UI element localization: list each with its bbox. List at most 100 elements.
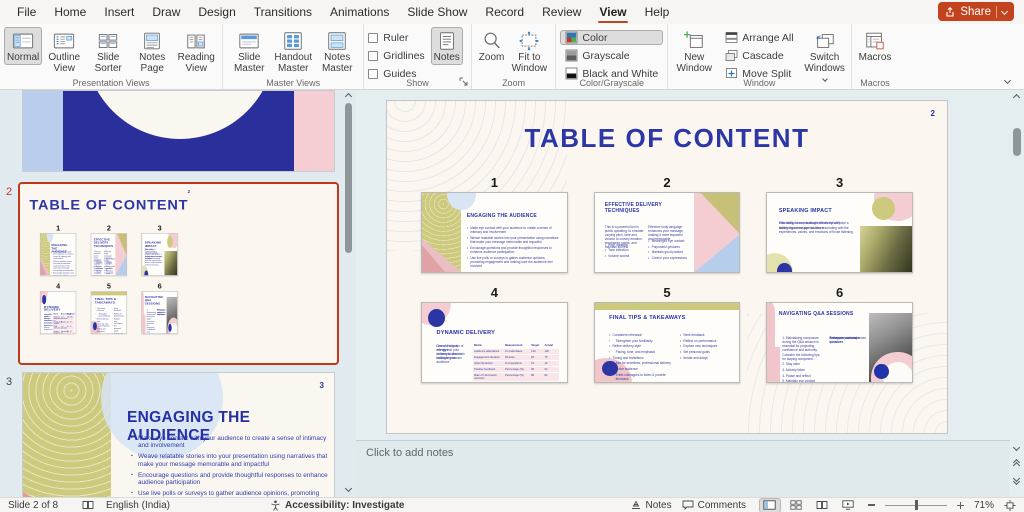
toc-card-5[interactable]: FINAL TIPS & TAKEAWAYS Consistent rehear… (594, 302, 741, 383)
zoom-button[interactable]: Zoom (476, 27, 508, 65)
zoom-slider-thumb[interactable] (915, 500, 919, 510)
switch-windows-button[interactable]: Switch Windows (803, 27, 847, 86)
accessibility-button[interactable]: Accessibility: Investigate (270, 500, 405, 511)
menu-view[interactable]: View (590, 0, 635, 24)
toc-item-4[interactable]: 4 DYNAMIC DELIVERY Learn to infuse energ… (40, 282, 76, 334)
zoom-slider[interactable] (885, 499, 947, 511)
zoom-out-icon (868, 504, 875, 506)
toc-card-6[interactable]: NAVIGATING Q&A SESSIONS 1. Maintaining c… (142, 291, 178, 334)
menu-transitions[interactable]: Transitions (245, 0, 321, 24)
toc-card-4[interactable]: DYNAMIC DELIVERY Learn to infuse energy … (40, 291, 76, 334)
reading-view-toggle-icon (816, 500, 828, 510)
notes-page-button[interactable]: Notes Page (130, 27, 174, 75)
ruler-checkbox[interactable]: Ruler (368, 30, 424, 45)
collapse-ribbon-icon[interactable] (1004, 77, 1011, 84)
reading-view-toggle[interactable] (812, 499, 832, 512)
arrange-all-button[interactable]: Arrange All (720, 30, 798, 45)
gridlines-checkbox[interactable]: Gridlines (368, 48, 424, 63)
language-button[interactable]: English (India) (106, 500, 170, 511)
toc-item-3[interactable]: 3 SPEAKING IMPACT Your ability to commun… (142, 224, 178, 276)
toc-item-3[interactable]: 3 SPEAKING IMPACT Your ability to commun… (766, 175, 913, 273)
slide-master-button[interactable]: Slide Master (227, 27, 271, 75)
toc-card-5[interactable]: FINAL TIPS & TAKEAWAYS Consistent rehear… (91, 291, 127, 334)
thumbnail-slide-1[interactable] (22, 90, 335, 172)
toc-card-6[interactable]: NAVIGATING Q&A SESSIONS 1. Maintaining c… (766, 302, 913, 383)
next-slide-button[interactable] (1014, 476, 1019, 484)
toc-card-2[interactable]: EFFECTIVE DELIVERY TECHNIQUES This is a … (594, 192, 741, 273)
show-notes-button[interactable]: Notes (431, 27, 463, 65)
spellcheck-button[interactable] (82, 500, 94, 510)
notes-pane[interactable]: Click to add notes (356, 440, 1010, 497)
card2-left-bullets: Pitch variation Tone inflection Volume c… (605, 243, 644, 260)
menu-insert[interactable]: Insert (95, 0, 143, 24)
slide-title[interactable]: TABLE OF CONTENT (21, 197, 197, 213)
toc-card-3[interactable]: SPEAKING IMPACT Your ability to communic… (142, 233, 178, 276)
toc-card-3[interactable]: SPEAKING IMPACT Your ability to communic… (766, 192, 913, 273)
menu-animations[interactable]: Animations (321, 0, 398, 24)
card3-photo (165, 251, 178, 275)
handout-master-button[interactable]: Handout Master (271, 27, 315, 75)
toc-item-2[interactable]: 2 EFFECTIVE DELIVERY TECHNIQUES This is … (91, 224, 127, 276)
notes-placeholder[interactable]: Click to add notes (366, 447, 453, 459)
zoom-out-button[interactable] (868, 504, 875, 506)
slide-title[interactable]: TABLE OF CONTENT (387, 123, 947, 154)
slide-show-toggle[interactable] (838, 499, 858, 512)
reading-view-button[interactable]: Reading View (174, 27, 218, 75)
previous-slide-button[interactable] (1014, 460, 1019, 468)
toc-item-5[interactable]: 5 FINAL TIPS & TAKEAWAYS Consistent rehe… (91, 282, 127, 334)
scroll-down-icon[interactable] (1013, 444, 1020, 451)
slide-sorter-toggle[interactable] (786, 499, 806, 512)
notes-toggle-button[interactable]: Notes (630, 500, 672, 511)
menu-draw[interactable]: Draw (143, 0, 189, 24)
color-button[interactable]: Color (560, 30, 663, 45)
comments-button[interactable]: Comments (682, 500, 746, 511)
editor-scrollbar-thumb[interactable] (1013, 128, 1021, 156)
thumbnail-scrollbar-thumb[interactable] (345, 103, 352, 253)
menu-slide-show[interactable]: Slide Show (398, 0, 476, 24)
group-zoom: Zoom Fit to Window Zoom (472, 24, 557, 89)
fit-to-window-button[interactable]: Fit to Window (507, 27, 551, 75)
menu-help[interactable]: Help (636, 0, 679, 24)
notes-master-button[interactable]: Notes Master (315, 27, 359, 75)
toc-card-1[interactable]: ENGAGING THE AUDIENCE Make eye contact w… (40, 233, 76, 276)
thumbnail-scrollbar[interactable] (344, 90, 353, 497)
editor-scrollbar[interactable] (1010, 90, 1024, 497)
fit-slide-button[interactable] (1004, 500, 1016, 511)
normal-view-button[interactable]: Normal (4, 27, 42, 65)
thumbnail-scroll-down-icon[interactable] (345, 485, 352, 492)
zoom-level[interactable]: 71% (974, 500, 994, 511)
slide-sorter-button[interactable]: Slide Sorter (86, 27, 130, 75)
menu-review[interactable]: Review (533, 0, 590, 24)
toc-item-6[interactable]: 6 NAVIGATING Q&A SESSIONS 1. Maintaining… (766, 285, 913, 383)
menu-record[interactable]: Record (476, 0, 533, 24)
toc-item-2[interactable]: 2 EFFECTIVE DELIVERY TECHNIQUES This is … (594, 175, 741, 273)
slide1-pink-stripe (294, 91, 334, 171)
toc-item-1[interactable]: 1 ENGAGING THE AUDIENCE Make eye contact… (40, 224, 76, 276)
toc-card-4[interactable]: DYNAMIC DELIVERY Learn to infuse energy … (421, 302, 568, 383)
macros-button[interactable]: Macros (856, 27, 895, 65)
thumbnail-slide-2-selected[interactable]: 2 TABLE OF CONTENT 1 ENGAGING THE AUDIEN… (18, 182, 339, 365)
toc-card-1[interactable]: ENGAGING THE AUDIENCE Make eye contact w… (421, 192, 568, 273)
menu-home[interactable]: Home (45, 0, 95, 24)
cascade-button[interactable]: Cascade (720, 48, 798, 63)
toc-card-2[interactable]: EFFECTIVE DELIVERY TECHNIQUES This is a … (91, 233, 127, 276)
toc-item-1[interactable]: 1 ENGAGING THE AUDIENCE Make eye contact… (421, 175, 568, 273)
toc-slide[interactable]: 2 TABLE OF CONTENT 1 ENGAGING THE AUDIEN… (386, 100, 948, 434)
menu-file[interactable]: File (8, 0, 45, 24)
outline-view-button[interactable]: Outline View (42, 27, 86, 75)
share-caret-icon[interactable] (1001, 8, 1008, 15)
share-button[interactable]: Share (938, 2, 1014, 21)
grayscale-label: Grayscale (582, 50, 629, 62)
grayscale-button[interactable]: Grayscale (560, 48, 663, 63)
thumbnail-slide-3[interactable]: 3 ENGAGING THE AUDIENCE Make eye contact… (22, 372, 335, 498)
toc-item-4[interactable]: 4 DYNAMIC DELIVERY Learn to infuse energ… (421, 285, 568, 383)
scroll-up-icon[interactable] (1013, 94, 1020, 101)
toc-item-5[interactable]: 5 FINAL TIPS & TAKEAWAYS Consistent rehe… (594, 285, 741, 383)
toc-item-6[interactable]: 6 NAVIGATING Q&A SESSIONS 1. Maintaining… (142, 282, 178, 334)
normal-view-toggle[interactable] (760, 499, 780, 512)
new-window-button[interactable]: New Window (672, 27, 716, 75)
thumbnail-scroll-up-icon[interactable] (345, 93, 352, 100)
slide-show-toggle-icon (842, 500, 854, 510)
zoom-in-button[interactable] (957, 502, 964, 509)
menu-design[interactable]: Design (189, 0, 244, 24)
